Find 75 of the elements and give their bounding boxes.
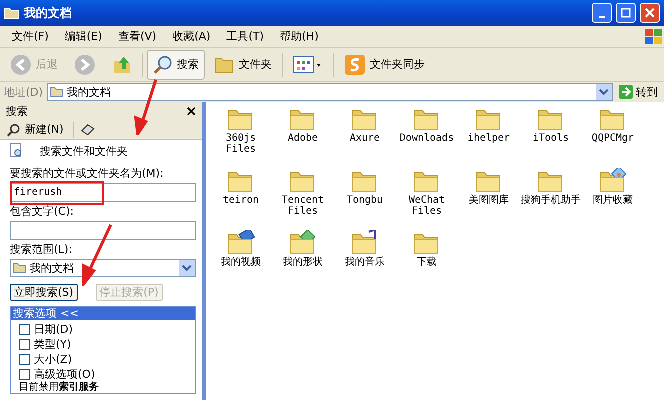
index-status-text: 目前禁用索引服务 <box>19 382 100 393</box>
menu-item[interactable]: 工具(T) <box>218 29 272 44</box>
close-icon[interactable] <box>187 106 196 116</box>
annotation-arrow <box>80 224 114 286</box>
minimize-icon <box>599 16 605 18</box>
folder-icon <box>215 56 235 74</box>
folder-name[interactable]: 我的形状 <box>273 257 333 268</box>
checkbox-label: 大小(Z) <box>34 352 72 366</box>
documents-icon <box>50 86 64 98</box>
pane-title: 搜索 <box>6 104 28 118</box>
folder-name[interactable]: 我的音乐 <box>335 257 395 268</box>
search-options-header[interactable]: 搜索选项 << <box>11 307 195 320</box>
folder-name[interactable]: Downloads <box>397 133 457 144</box>
checkbox-label: 类型(Y) <box>34 336 72 352</box>
folder-icon <box>289 230 317 256</box>
field-label: 要搜索的文件或文件夹名为(M): <box>10 166 165 181</box>
folder-name[interactable]: QQPCMgr <box>583 133 643 144</box>
folder-name[interactable]: ihelper <box>459 133 519 144</box>
checkbox[interactable] <box>19 324 30 334</box>
view-grid-icon <box>293 56 323 74</box>
search-now-button[interactable]: 立即搜索(S) <box>10 284 78 301</box>
menu-item[interactable]: 编辑(E) <box>56 29 110 44</box>
checkbox-label: 高级选项(O) <box>34 366 96 382</box>
folder-name[interactable]: WeChat Files <box>397 195 457 217</box>
documents-icon <box>4 6 20 20</box>
close-icon <box>645 8 655 18</box>
field-label: 包含文字(C): <box>10 204 75 219</box>
search-icon <box>7 122 21 136</box>
text-field[interactable] <box>10 221 196 240</box>
menu-item[interactable]: 查看(V) <box>110 29 165 44</box>
checkbox[interactable] <box>19 368 30 380</box>
folder-name[interactable]: Axure <box>335 133 395 144</box>
checkbox[interactable] <box>19 338 30 350</box>
minimize-button[interactable] <box>592 3 612 23</box>
maximize-icon <box>621 8 631 18</box>
folder-name[interactable]: 图片收藏 <box>583 195 643 206</box>
folder-name[interactable]: iTools <box>521 133 581 144</box>
folders-button[interactable]: 文件夹 <box>209 50 278 80</box>
menu-item[interactable]: 收藏(A) <box>164 29 219 44</box>
search-button[interactable]: 搜索 <box>147 50 205 80</box>
folder-name[interactable]: Tencent Files <box>273 195 333 217</box>
address-label: 地址(D) <box>4 84 44 100</box>
folder-name[interactable]: Tongbu <box>335 195 395 206</box>
up-folder-icon <box>112 54 132 74</box>
menu-item[interactable]: 帮助(H) <box>272 29 327 44</box>
sync-app-icon <box>344 54 366 76</box>
windows-logo-icon <box>644 28 664 46</box>
folder-name[interactable]: Adobe <box>273 133 333 144</box>
window-title: 我的文档 <box>24 4 73 22</box>
search-icon <box>153 54 173 74</box>
folder-icon <box>227 230 255 256</box>
sync-button[interactable]: 文件夹同步 <box>338 50 431 80</box>
folder-name[interactable]: 我的视频 <box>211 257 271 268</box>
maximize-button[interactable] <box>616 3 636 23</box>
address-field[interactable]: 我的文档 <box>47 83 613 101</box>
section-heading: 搜索文件和文件夹 <box>40 144 128 158</box>
folder-name[interactable]: teiron <box>211 195 271 206</box>
folder-name[interactable]: 下载 <box>397 257 457 268</box>
folder-name[interactable]: 美图图库 <box>459 195 519 206</box>
go-button[interactable]: 转到 <box>617 83 660 101</box>
menu-item[interactable]: 文件(F) <box>4 29 57 44</box>
scope-dropdown[interactable]: 我的文档 <box>10 259 196 277</box>
checkbox-label: 日期(D) <box>34 322 74 336</box>
folder-icon <box>351 230 379 256</box>
close-button[interactable] <box>640 3 660 23</box>
folder-icon <box>599 168 627 194</box>
go-arrow-icon <box>619 85 633 99</box>
checkbox[interactable] <box>19 354 30 364</box>
documents-icon <box>13 262 27 274</box>
file-name-field[interactable]: firerush <box>10 183 196 202</box>
annotation-arrow <box>134 79 158 135</box>
folder-name[interactable]: 360js Files <box>211 133 271 155</box>
document-search-icon <box>10 143 24 159</box>
folder-name[interactable]: 搜狗手机助手 <box>521 195 581 206</box>
field-label: 搜索范围(L): <box>10 242 74 257</box>
